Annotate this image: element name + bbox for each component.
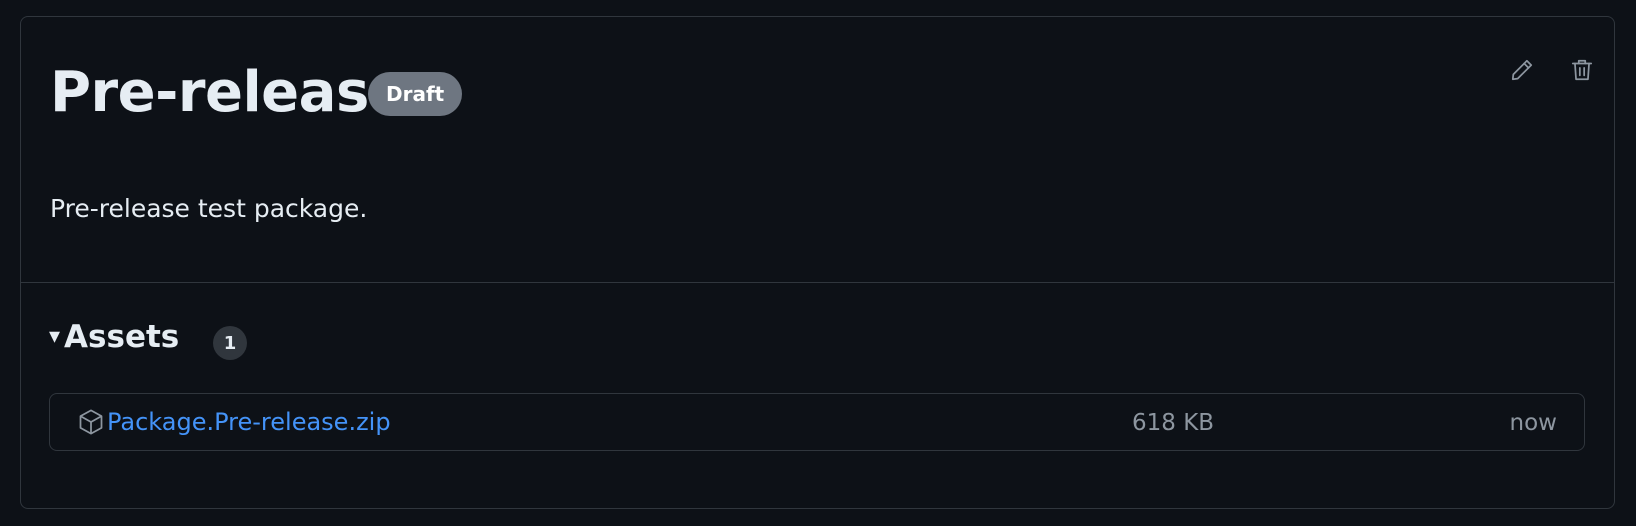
asset-size: 618 KB — [1132, 410, 1215, 436]
pencil-icon — [1511, 59, 1533, 81]
assets-heading: Assets — [64, 319, 180, 355]
draft-badge: Draft — [368, 72, 463, 116]
assets-count-badge: 1 — [213, 326, 247, 360]
package-icon — [79, 409, 103, 435]
release-header: Pre-release Draft Pre-release test packa… — [21, 17, 1614, 283]
release-title: Pre-release — [50, 60, 407, 125]
trash-icon — [1571, 59, 1593, 81]
release-card: Pre-release Draft Pre-release test packa… — [20, 16, 1615, 509]
edit-button[interactable] — [1504, 52, 1540, 88]
asset-download-link[interactable]: Package.Pre-release.zip — [107, 406, 391, 440]
delete-button[interactable] — [1564, 52, 1600, 88]
asset-row: Package.Pre-release.zip 618 KB now — [49, 393, 1585, 451]
release-description: Pre-release test package. — [50, 194, 368, 223]
asset-timestamp: now — [1509, 410, 1557, 436]
assets-section: ▾ Assets 1 Package.Pre-release.zip 618 K… — [21, 283, 1614, 509]
assets-toggle[interactable]: ▾ Assets — [49, 317, 179, 357]
caret-down-icon: ▾ — [49, 324, 61, 350]
